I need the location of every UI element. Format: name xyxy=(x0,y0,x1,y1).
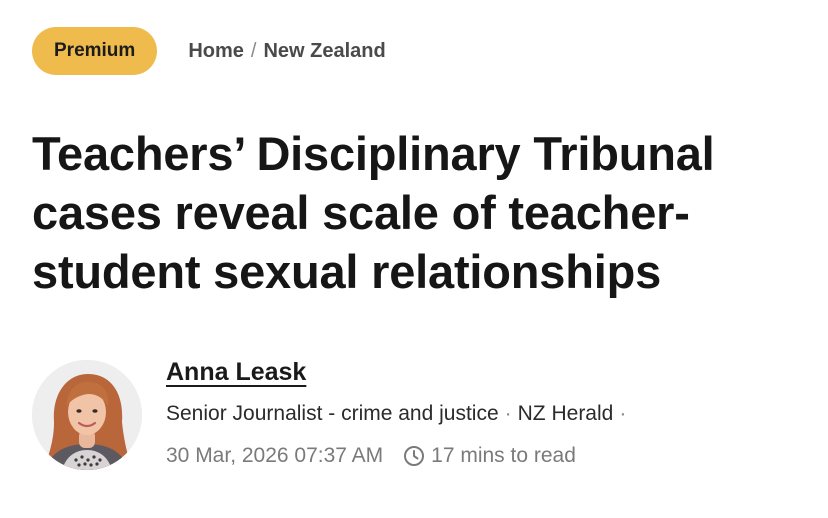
premium-badge[interactable]: Premium xyxy=(32,27,158,75)
author-info: Anna Leask Senior Journalist - crime and… xyxy=(166,356,632,469)
author-outlet: NZ Herald xyxy=(517,402,614,425)
author-role: Senior Journalist - crime and justice xyxy=(166,402,499,425)
breadcrumb: Home / New Zealand xyxy=(188,40,385,63)
breadcrumb-separator: / xyxy=(250,39,257,62)
read-time: 17 mins to read xyxy=(431,444,576,467)
article-headline: Teachers’ Disciplinary Tribunal cases re… xyxy=(32,127,715,298)
article-header-row: Premium Home / New Zealand xyxy=(32,27,386,75)
role-separator: · xyxy=(504,402,512,425)
author-role-line: Senior Journalist - crime and justice · NZ… xyxy=(166,401,632,427)
breadcrumb-home-link[interactable]: Home xyxy=(188,40,244,63)
author-photo xyxy=(32,360,142,470)
author-name-link[interactable]: Anna Leask xyxy=(166,356,306,388)
clock-icon xyxy=(403,445,425,467)
breadcrumb-new-zealand-link[interactable]: New Zealand xyxy=(263,40,385,63)
author-avatar[interactable] xyxy=(32,360,142,470)
author-byline: Anna Leask Senior Journalist - crime and… xyxy=(32,356,812,476)
outlet-separator: · xyxy=(619,402,627,425)
publish-timestamp: 30 Mar, 2026 07:37 AM xyxy=(166,444,384,467)
article-meta: 30 Mar, 2026 07:37 AM 17 mins to read xyxy=(166,443,632,469)
